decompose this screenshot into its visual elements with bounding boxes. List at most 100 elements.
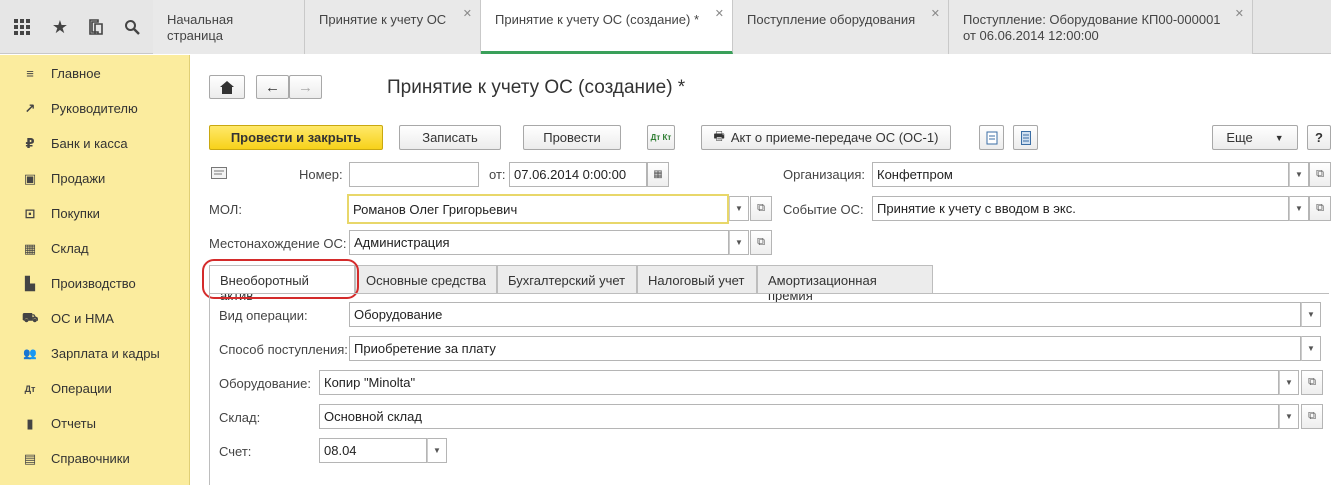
operation-type-label: Вид операции: [219,308,308,323]
tab-fixed-assets[interactable]: Основные средства [355,265,497,294]
truck-icon: ⛟ [22,309,39,325]
date-field[interactable]: 07.06.2014 0:00:00 [509,162,647,187]
event-field[interactable]: Принятие к учету с вводом в экс. [872,196,1289,221]
document-icon [986,131,997,144]
save-button[interactable]: Записать [399,125,501,150]
operation-type-field[interactable]: Оборудование [349,302,1301,327]
sidebar-item-main[interactable]: ≡ Главное [0,56,190,91]
sidebar-item-sales[interactable]: ▣ Продажи [0,161,190,196]
search-icon[interactable] [114,0,150,54]
sidebar-item-label: Справочники [51,451,130,466]
receipt-method-field[interactable]: Приобретение за плату [349,336,1301,361]
receipt-method-label: Способ поступления: [219,342,348,357]
tab-os-acceptance[interactable]: Принятие к учету ОС ✕ [305,0,481,54]
event-dropdown[interactable]: ▼ [1289,196,1309,221]
document-icon-button[interactable] [979,125,1004,150]
warehouse-label: Склад: [219,410,261,425]
tab-label: Поступление: Оборудование КП00-000001 [963,12,1221,27]
act-os1-button[interactable]: 🖶 Акт о приеме-передаче ОС (ОС-1) [701,125,951,150]
equipment-open-button[interactable]: ⧉ [1301,370,1323,395]
sidebar-item-label: Производство [51,276,136,291]
tab-label: Поступление оборудования [747,12,916,27]
warehouse-open-button[interactable]: ⧉ [1301,404,1323,429]
receipt-method-dropdown[interactable]: ▼ [1301,336,1321,361]
mol-dropdown[interactable]: ▼ [729,196,749,221]
open-icon: ⧉ [757,236,765,248]
arrow-right-icon: → [298,78,313,96]
mol-field[interactable]: Романов Олег Григорьевич [347,194,729,224]
document-form: ← → Принятие к учету ОС (создание) * Про… [191,55,1331,485]
location-label: Местонахождение ОС: [209,236,347,251]
more-button[interactable]: Еще ▼ [1212,125,1298,150]
arrow-left-icon: ← [265,78,280,96]
caret-down-icon: ▼ [1285,378,1293,387]
sidebar-item-manager[interactable]: ↗ Руководителю [0,91,190,126]
event-open-button[interactable]: ⧉ [1309,196,1331,221]
number-label: Номер: [299,167,343,182]
caret-down-icon: ▼ [735,204,743,213]
sidebar-item-operations[interactable]: Дт Операции [0,371,190,406]
equipment-field[interactable]: Копир "Minolta" [319,370,1279,395]
tab-receipt-document[interactable]: Поступление: Оборудование КП00-000001 от… [949,0,1253,54]
location-open-button[interactable]: ⧉ [750,230,772,255]
sidebar-item-bank[interactable]: ₽ Банк и касса [0,126,190,161]
page-title: Принятие к учету ОС (создание) * [387,77,686,98]
organization-open-button[interactable]: ⧉ [1309,162,1331,187]
location-dropdown[interactable]: ▼ [729,230,749,255]
number-field[interactable] [349,162,479,187]
warehouse-dropdown[interactable]: ▼ [1279,404,1299,429]
calendar-button[interactable]: ▦ [647,162,669,187]
tab-home[interactable]: Начальная страница [153,0,305,54]
star-icon[interactable]: ★ [42,0,78,54]
sidebar-item-label: Покупки [51,206,100,221]
equipment-dropdown[interactable]: ▼ [1279,370,1299,395]
sidebar-item-reports[interactable]: ▮ Отчеты [0,406,190,441]
tab-accounting[interactable]: Бухгалтерский учет [497,265,637,294]
operation-type-dropdown[interactable]: ▼ [1301,302,1321,327]
sidebar-item-label: Отчеты [51,416,96,431]
post-and-close-button[interactable]: Провести и закрыть [209,125,383,150]
factory-icon: ▙ [25,275,35,291]
account-dropdown[interactable]: ▼ [427,438,447,463]
sidebar-item-warehouse[interactable]: ▦ Склад [0,231,190,266]
comment-icon[interactable] [211,167,227,182]
book-icon: ▤ [23,450,37,466]
close-icon[interactable]: ✕ [1235,6,1244,22]
sidebar-item-label: Главное [51,66,101,81]
sidebar-item-payroll[interactable]: 👥 Зарплата и кадры [0,336,190,371]
list-icon [1020,130,1031,145]
organization-field[interactable]: Конфетпром [872,162,1289,187]
organization-dropdown[interactable]: ▼ [1289,162,1309,187]
location-field[interactable]: Администрация [349,230,729,255]
sidebar-item-production[interactable]: ▙ Производство [0,266,190,301]
back-button[interactable]: ← [256,75,289,99]
sidebar-item-fixed-assets[interactable]: ⛟ ОС и НМА [0,301,190,336]
open-icon: ⧉ [1316,202,1324,214]
sidebar-item-catalogs[interactable]: ▤ Справочники [0,441,190,476]
tab-equipment-receipt[interactable]: Поступление оборудования ✕ [733,0,949,54]
tab-depreciation-bonus[interactable]: Амортизационная премия [757,265,933,303]
history-icon[interactable] [78,0,114,54]
warehouse-field[interactable]: Основной склад [319,404,1279,429]
close-icon[interactable]: ✕ [715,6,724,22]
dtkt-button[interactable]: Дт Кт [647,125,675,150]
home-button[interactable] [209,75,245,99]
account-label: Счет: [219,444,252,459]
tab-tax-accounting[interactable]: Налоговый учет [637,265,757,294]
more-label: Еще [1226,130,1253,145]
account-field[interactable]: 08.04 [319,438,427,463]
calendar-icon: ▦ [653,169,663,180]
sidebar-item-label: Зарплата и кадры [51,346,160,361]
close-icon[interactable]: ✕ [463,6,472,22]
forward-button[interactable]: → [289,75,322,99]
mol-label: МОЛ: [209,202,242,217]
close-icon[interactable]: ✕ [931,6,940,22]
post-button[interactable]: Провести [523,125,621,150]
tab-label: Принятие к учету ОС (создание) * [495,12,700,27]
mol-open-button[interactable]: ⧉ [750,196,772,221]
list-icon-button[interactable] [1013,125,1038,150]
sidebar-item-purchases[interactable]: ⊡ Покупки [0,196,190,231]
tab-os-acceptance-new[interactable]: Принятие к учету ОС (создание) * ✕ [481,0,733,54]
grid-icon[interactable] [4,0,40,54]
help-button[interactable]: ? [1307,125,1331,150]
